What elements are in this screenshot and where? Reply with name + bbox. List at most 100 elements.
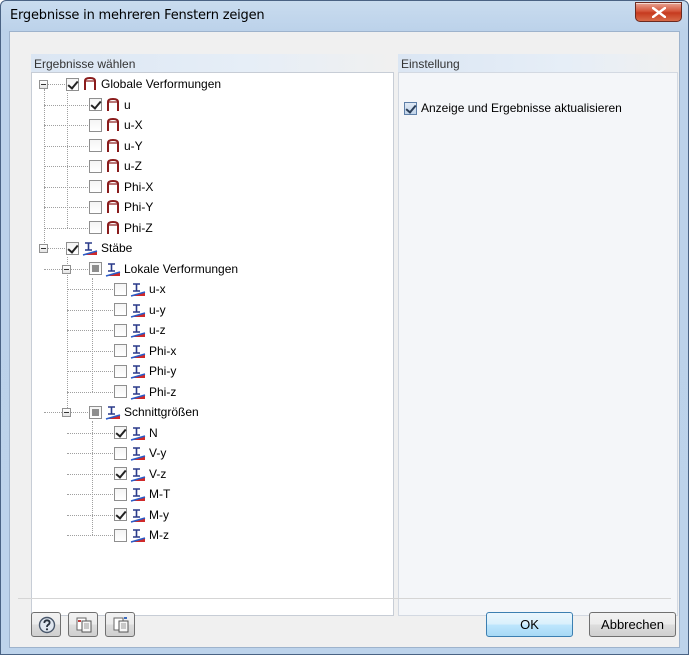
tree-item-checkbox[interactable] xyxy=(114,364,127,378)
tree-item[interactable]: V-y xyxy=(114,444,166,462)
tree-item-label: Phi-X xyxy=(124,179,154,194)
tree-item-checkbox[interactable] xyxy=(114,528,127,542)
tree-item-checkbox[interactable] xyxy=(114,385,127,398)
tree-item-checkbox[interactable] xyxy=(89,221,102,234)
tree-item[interactable]: V-z xyxy=(114,465,166,483)
close-icon xyxy=(652,7,666,18)
ok-button[interactable]: OK xyxy=(486,612,573,637)
tree-item[interactable]: Phi-y xyxy=(114,362,176,380)
tree-connector xyxy=(44,186,88,188)
tree-connector xyxy=(92,277,93,392)
member-icon xyxy=(105,406,121,420)
tree-item-checkbox[interactable] xyxy=(89,118,102,132)
tree-item-label: Globale Verformungen xyxy=(101,77,222,91)
tree-expander[interactable] xyxy=(39,244,48,253)
tree-item[interactable]: Lokale Verformungen xyxy=(89,260,238,278)
tree-item-checkbox[interactable] xyxy=(114,446,127,460)
tree-item-checkbox[interactable] xyxy=(114,467,127,480)
tree-item-label: Phi-x xyxy=(149,343,177,358)
tree-item[interactable]: M-y xyxy=(114,506,169,524)
tree-item-label: Phi-z xyxy=(149,384,177,399)
update-display-option[interactable]: Anzeige und Ergebnisse aktualisieren xyxy=(404,101,622,115)
settings-panel-header: Einstellung xyxy=(398,54,678,72)
cancel-button[interactable]: Abbrechen xyxy=(589,612,676,637)
settings-panel: Einstellung Anzeige und Ergebnisse aktua… xyxy=(398,54,678,616)
tree-item[interactable]: u-x xyxy=(114,280,166,298)
tree-connector xyxy=(67,432,113,434)
tree-item[interactable]: u xyxy=(89,96,131,114)
title-bar[interactable]: Ergebnisse in mehreren Fenstern zeigen xyxy=(1,1,688,31)
tree-item-label: M-y xyxy=(149,507,169,522)
member-icon xyxy=(130,508,146,523)
tree-item-checkbox[interactable] xyxy=(89,405,102,419)
tree-item[interactable]: Phi-Y xyxy=(89,198,153,216)
tree-item-checkbox[interactable] xyxy=(89,139,102,152)
tree-item-checkbox[interactable] xyxy=(114,303,127,316)
update-display-label: Anzeige und Ergebnisse aktualisieren xyxy=(421,101,622,115)
close-button[interactable] xyxy=(635,2,682,22)
tree-connector xyxy=(67,473,113,475)
tree-item-checkbox[interactable] xyxy=(89,262,102,275)
tree-connector xyxy=(92,421,93,535)
tree-connector xyxy=(44,145,88,147)
help-icon xyxy=(38,616,56,634)
import-button[interactable] xyxy=(105,612,135,637)
tree-item[interactable]: u-y xyxy=(114,301,166,319)
tree-item[interactable]: M-z xyxy=(114,526,169,544)
help-button[interactable] xyxy=(31,612,61,637)
member-icon xyxy=(130,426,146,441)
export-button[interactable] xyxy=(68,612,98,637)
tree-item[interactable]: u-X xyxy=(89,116,143,134)
tree-item-label: u xyxy=(124,97,131,112)
tree-item[interactable]: Schnittgrößen xyxy=(89,403,199,421)
tree-item-checkbox[interactable] xyxy=(114,508,127,521)
tree-connector xyxy=(67,289,113,290)
tree-expander[interactable] xyxy=(62,408,71,417)
tree-expander[interactable] xyxy=(62,264,71,274)
tree-item[interactable]: N xyxy=(114,424,158,442)
tree-item-checkbox[interactable] xyxy=(114,323,127,337)
tree-item[interactable]: Globale Verformungen xyxy=(66,75,221,93)
update-display-checkbox[interactable] xyxy=(404,101,417,115)
button-separator xyxy=(18,598,671,599)
tree-item-checkbox[interactable] xyxy=(114,487,127,501)
deformation-icon xyxy=(107,199,119,213)
tree-item-checkbox[interactable] xyxy=(66,77,79,91)
tree-item[interactable]: Phi-Z xyxy=(89,219,153,237)
tree-connector xyxy=(67,535,113,536)
member-icon xyxy=(105,262,121,277)
export-icon xyxy=(76,617,92,633)
tree-item[interactable]: Stäbe xyxy=(66,239,132,257)
tree-item-checkbox[interactable] xyxy=(114,426,127,439)
member-icon xyxy=(130,283,146,297)
tree-item-checkbox[interactable] xyxy=(114,282,127,296)
tree-item-label: u-X xyxy=(124,118,143,132)
tree-item-checkbox[interactable] xyxy=(66,241,79,255)
tree-item[interactable]: M-T xyxy=(114,485,170,503)
tree-item[interactable]: u-Y xyxy=(89,137,143,155)
tree-expander[interactable] xyxy=(39,80,48,89)
tree-item-checkbox[interactable] xyxy=(89,98,102,111)
member-icon xyxy=(82,242,98,256)
tree-item-checkbox[interactable] xyxy=(89,180,102,193)
results-panel-header: Ergebnisse wählen xyxy=(31,54,394,72)
tree-item-label: Phi-Z xyxy=(124,220,153,235)
tree-item-label: M-T xyxy=(149,487,171,501)
tree-item-checkbox[interactable] xyxy=(89,159,102,173)
tree-item-label: u-y xyxy=(149,302,166,317)
tree-connector xyxy=(67,350,113,352)
tree-item-checkbox[interactable] xyxy=(89,200,102,214)
tree-item-label: Schnittgrößen xyxy=(124,405,199,419)
tree-connector xyxy=(44,125,88,126)
tree-item[interactable]: Phi-x xyxy=(114,342,176,360)
tree-item[interactable]: Phi-z xyxy=(114,383,176,401)
tree-item-label: Lokale Verformungen xyxy=(124,261,239,276)
tree-item[interactable]: u-Z xyxy=(89,157,142,175)
member-icon xyxy=(130,529,146,543)
tree-item[interactable]: u-z xyxy=(114,321,166,339)
tree-item-label: Stäbe xyxy=(101,241,133,255)
tree-item-checkbox[interactable] xyxy=(114,344,127,357)
member-icon xyxy=(130,303,146,318)
results-tree[interactable]: Globale Verformungen u u-X u-Y u-Z Phi-X Phi-Y… xyxy=(31,72,394,616)
tree-item[interactable]: Phi-X xyxy=(89,178,153,196)
